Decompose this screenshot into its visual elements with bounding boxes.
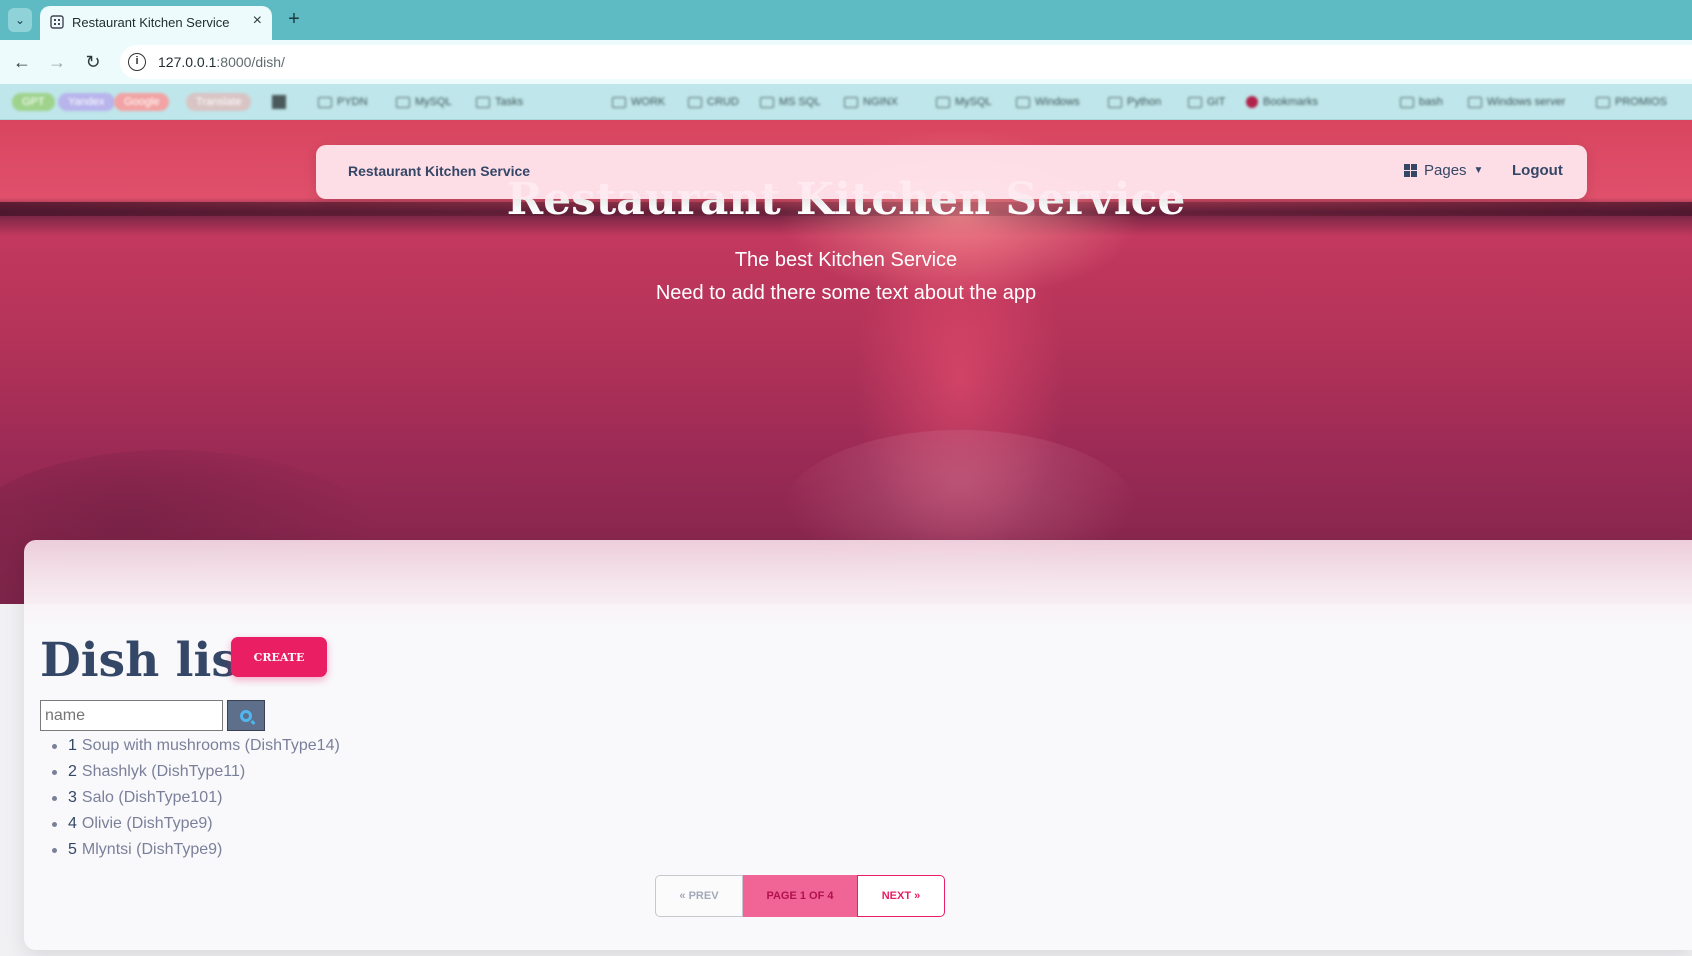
top-navbar: Restaurant Kitchen Service Pages ▼ Logou…: [316, 145, 1587, 199]
folder-icon: [936, 96, 950, 108]
list-item: 2 Shashlyk (DishType11): [48, 759, 340, 785]
hero-tagline: Need to add there some text about the ap…: [655, 282, 1037, 304]
pages-dropdown[interactable]: Pages ▼: [1404, 162, 1483, 179]
folder-icon: [396, 96, 410, 108]
browser-tab[interactable]: Restaurant Kitchen Service ×: [40, 6, 272, 40]
prev-page-button[interactable]: « PREV: [655, 875, 743, 917]
folder-icon: [760, 96, 774, 108]
bookmark-folder[interactable]: bash: [1400, 93, 1443, 111]
list-item: 5 Mlyntsi (DishType9): [48, 837, 340, 863]
back-arrow-icon[interactable]: ←: [11, 51, 33, 73]
favicon-icon: [50, 15, 64, 29]
folder-icon: [1468, 96, 1482, 108]
current-page-indicator: PAGE 1 OF 4: [743, 875, 857, 917]
bookmark-folder[interactable]: Tasks: [476, 93, 523, 111]
forward-arrow-icon[interactable]: →: [46, 51, 68, 73]
new-tab-icon[interactable]: +: [282, 8, 306, 32]
folder-icon: [1596, 96, 1610, 108]
bookmark-folder[interactable]: MySQL: [936, 93, 992, 111]
dish-number: 2: [68, 763, 77, 780]
bookmarks-bar: GPT Yandex Google Translate PYDN MySQL T…: [0, 84, 1692, 120]
search-button[interactable]: [227, 700, 265, 731]
bookmark-folder[interactable]: Windows: [1016, 93, 1080, 111]
address-bar: ← → ↻ i 127.0.0.1:8000/dish/: [0, 40, 1692, 84]
bookmark-folder[interactable]: MySQL: [396, 93, 452, 111]
dish-number: 1: [68, 737, 77, 754]
dish-number: 4: [68, 815, 77, 832]
bookmark-folder[interactable]: Python: [1108, 93, 1161, 111]
tab-search-chevron-icon[interactable]: ⌄: [8, 8, 32, 32]
dish-link[interactable]: Shashlyk (DishType11): [82, 763, 245, 780]
tab-title: Restaurant Kitchen Service: [72, 15, 230, 30]
dish-link[interactable]: Salo (DishType101): [82, 789, 223, 806]
folder-icon: [1016, 96, 1030, 108]
page-title: Dish list: [40, 633, 260, 688]
bookmark-item[interactable]: Bookmarks: [1246, 93, 1318, 111]
bookmark-folder[interactable]: CRUD: [688, 93, 739, 111]
folder-icon: [1108, 96, 1122, 108]
bookmark-item[interactable]: Translate: [186, 93, 252, 111]
bookmark-folder[interactable]: NGINX: [844, 93, 898, 111]
bookmark-item[interactable]: Google: [114, 93, 170, 111]
bookmark-item[interactable]: GPT: [12, 93, 55, 111]
folder-icon: [1400, 96, 1414, 108]
folder-icon: [318, 96, 332, 108]
dashboard-grid-icon: [1404, 164, 1417, 177]
bookmark-folder[interactable]: WORK: [612, 93, 665, 111]
browser-tab-bar: ⌄ Restaurant Kitchen Service × +: [0, 0, 1692, 40]
folder-icon: [1188, 96, 1202, 108]
bookmark-item[interactable]: Yandex: [58, 93, 115, 111]
url-text[interactable]: 127.0.0.1:8000/dish/: [158, 54, 285, 70]
create-button[interactable]: CREATE: [231, 637, 327, 677]
reload-icon[interactable]: ↻: [82, 51, 104, 73]
site-info-icon[interactable]: i: [128, 53, 146, 71]
bookmark-folder[interactable]: PYDN: [318, 93, 368, 111]
dish-link[interactable]: Olivie (DishType9): [82, 815, 213, 832]
navbar-brand[interactable]: Restaurant Kitchen Service: [348, 163, 530, 179]
dish-number: 5: [68, 841, 77, 858]
tab-close-icon[interactable]: ×: [253, 12, 262, 30]
bookmark-folder[interactable]: Windows server: [1468, 93, 1565, 111]
dish-link[interactable]: Soup with mushrooms (DishType14): [82, 737, 340, 754]
folder-icon: [844, 96, 858, 108]
pages-label: Pages: [1424, 162, 1467, 179]
bookmark-item[interactable]: [272, 93, 286, 111]
folder-icon: [612, 96, 626, 108]
next-page-button[interactable]: NEXT »: [857, 875, 945, 917]
bookmark-folder[interactable]: PROMIOS: [1596, 93, 1667, 111]
folder-icon: [476, 96, 490, 108]
bookmark-folder[interactable]: GIT: [1188, 93, 1225, 111]
list-item: 3 Salo (DishType101): [48, 785, 340, 811]
bookmark-folder[interactable]: MS SQL: [760, 93, 821, 111]
url-omnibox[interactable]: i 127.0.0.1:8000/dish/: [120, 45, 1692, 79]
content-card: Dish list CREATE 1 Soup with mushrooms (D…: [24, 540, 1692, 950]
dish-list: 1 Soup with mushrooms (DishType14) 2 Shash…: [48, 733, 340, 863]
search-icon: [240, 709, 252, 722]
hero-subtitle: The best Kitchen Service: [734, 249, 958, 271]
dish-link[interactable]: Mlyntsi (DishType9): [82, 841, 222, 858]
folder-icon: [688, 96, 702, 108]
logout-link[interactable]: Logout: [1512, 162, 1563, 179]
pagination: « PREV PAGE 1 OF 4 NEXT »: [655, 875, 945, 917]
chevron-down-icon: ▼: [1473, 165, 1484, 176]
list-item: 4 Olivie (DishType9): [48, 811, 340, 837]
search-input[interactable]: [40, 700, 223, 731]
list-item: 1 Soup with mushrooms (DishType14): [48, 733, 340, 759]
dish-number: 3: [68, 789, 77, 806]
